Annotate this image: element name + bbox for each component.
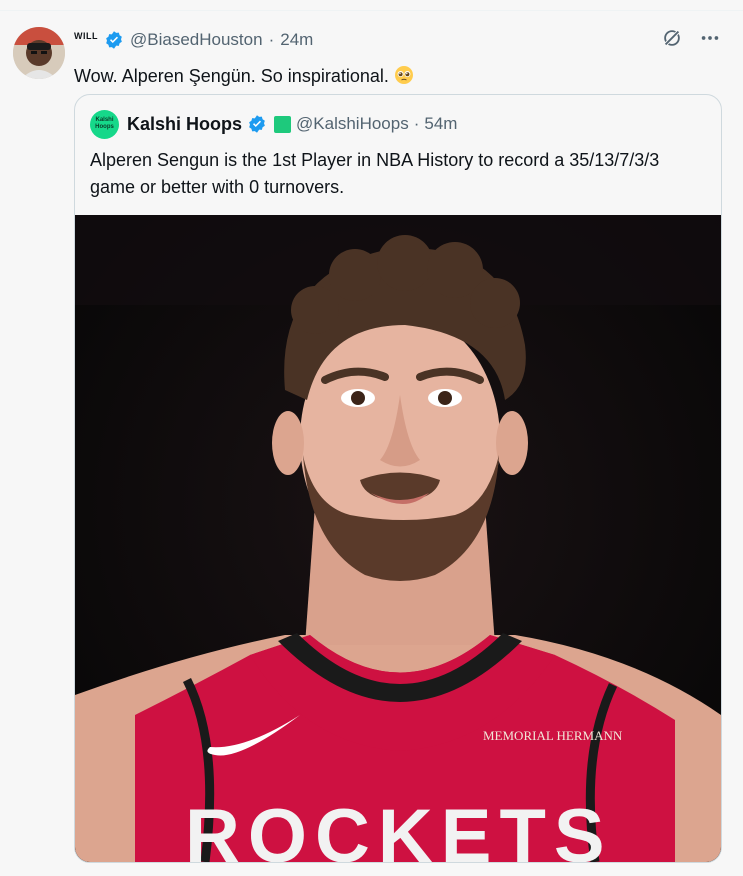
timestamp[interactable]: 24m xyxy=(280,30,313,50)
quoted-handle[interactable]: @KalshiHoops xyxy=(296,114,409,134)
separator-dot: · xyxy=(268,30,275,49)
tweet-text: Wow. Alperen Şengün. So inspirational. xyxy=(74,64,414,88)
jersey-sponsor: MEMORIAL HERMANN xyxy=(483,728,623,743)
quoted-avatar[interactable]: Kalshi Hoops xyxy=(90,109,119,139)
separator-dot: · xyxy=(413,114,420,133)
avatar[interactable] xyxy=(13,27,65,79)
jersey-text: ROCKETS xyxy=(185,794,613,862)
tweet-actions-top xyxy=(661,27,721,49)
display-name[interactable]: WILL xyxy=(74,31,98,41)
grok-icon[interactable] xyxy=(661,27,683,49)
quoted-avatar-line2: Hoops xyxy=(95,124,114,130)
quoted-text-line1: Alperen Sengun is the 1st Player in NBA … xyxy=(90,150,660,170)
quoted-tweet-header: Kalshi Hoops Kalshi Hoops @KalshiHoops ·… xyxy=(90,109,457,139)
tweet-text-content: Wow. Alperen Şengün. So inspirational. xyxy=(74,66,389,86)
quoted-avatar-line1: Kalshi xyxy=(95,117,114,123)
tweet[interactable]: WILL @BiasedHouston · 24m Wow. Alperen Ş… xyxy=(0,10,743,876)
quoted-text: Alperen Sengun is the 1st Player in NBA … xyxy=(90,147,710,201)
quoted-tweet[interactable]: Kalshi Hoops Kalshi Hoops @KalshiHoops ·… xyxy=(74,94,722,863)
verified-badge-icon xyxy=(106,31,122,49)
tweet-header: WILL @BiasedHouston · 24m xyxy=(74,29,313,51)
verified-badge-icon xyxy=(249,115,265,133)
quoted-timestamp[interactable]: 54m xyxy=(424,114,457,134)
quoted-display-name[interactable]: Kalshi Hoops xyxy=(127,114,242,135)
pleading-face-emoji xyxy=(394,66,413,84)
quoted-photo[interactable]: MEMORIAL HERMANN ROCKETS xyxy=(75,215,721,862)
affiliate-badge-icon[interactable] xyxy=(274,115,292,133)
quoted-text-line2: game or better with 0 turnovers. xyxy=(90,177,345,197)
handle[interactable]: @BiasedHouston xyxy=(130,30,263,50)
more-icon[interactable] xyxy=(699,27,721,49)
